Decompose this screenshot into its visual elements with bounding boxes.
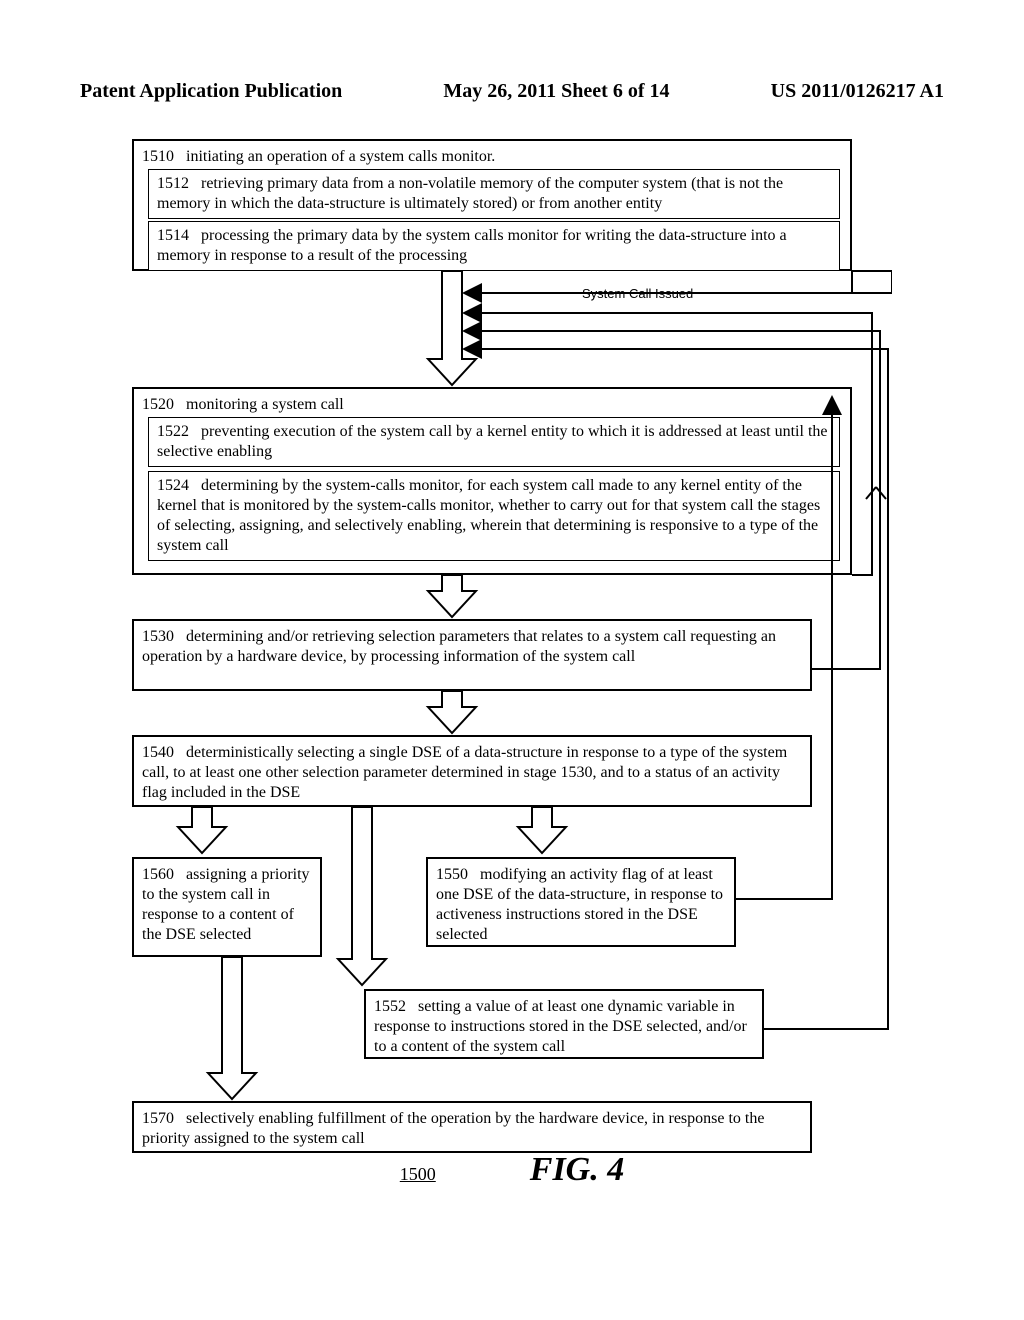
page-header: Patent Application Publication May 26, 2… <box>80 80 944 103</box>
step-1514-text: processing the primary data by the syste… <box>157 227 787 264</box>
step-1540-text: deterministically selecting a single DSE… <box>142 744 787 801</box>
step-1552-num: 1552 <box>374 998 406 1015</box>
step-1552-text: setting a value of at least one dynamic … <box>374 998 747 1055</box>
header-center: May 26, 2011 Sheet 6 of 14 <box>443 80 669 103</box>
flowchart: 1510 initiating an operation of a system… <box>132 139 892 1199</box>
step-1520: 1520 monitoring a system call 1522 preve… <box>132 387 852 575</box>
step-1522-text: preventing execution of the system call … <box>157 423 828 460</box>
step-1550-text: modifying an activity flag of at least o… <box>436 866 723 943</box>
step-1552: 1552 setting a value of at least one dyn… <box>364 989 764 1059</box>
step-1560: 1560 assigning a priority to the system … <box>132 857 322 957</box>
step-1550-num: 1550 <box>436 866 468 883</box>
step-1512-text: retrieving primary data from a non-volat… <box>157 175 783 212</box>
step-1520-num: 1520 <box>142 396 174 413</box>
step-1514: 1514 processing the primary data by the … <box>148 221 840 271</box>
step-1530-num: 1530 <box>142 628 174 645</box>
step-1510-num: 1510 <box>142 148 174 165</box>
step-1560-num: 1560 <box>142 866 174 883</box>
step-1512-num: 1512 <box>157 175 189 192</box>
step-1570: 1570 selectively enabling fulfillment of… <box>132 1101 812 1153</box>
step-1524-text: determining by the system-calls monitor,… <box>157 477 820 554</box>
step-1522: 1522 preventing execution of the system … <box>148 417 840 467</box>
step-1570-num: 1570 <box>142 1110 174 1127</box>
step-1524-num: 1524 <box>157 477 189 494</box>
step-1512: 1512 retrieving primary data from a non-… <box>148 169 840 219</box>
step-1524: 1524 determining by the system-calls mon… <box>148 471 840 561</box>
header-left: Patent Application Publication <box>80 80 342 103</box>
step-1540-num: 1540 <box>142 744 174 761</box>
step-1514-num: 1514 <box>157 227 189 244</box>
step-1520-text: monitoring a system call <box>186 396 344 413</box>
label-system-call-issued: System Call Issued <box>582 286 693 301</box>
step-1522-num: 1522 <box>157 423 189 440</box>
step-1510-text: initiating an operation of a system call… <box>186 148 495 165</box>
header-right: US 2011/0126217 A1 <box>771 80 944 103</box>
step-1530-text: determining and/or retrieving selection … <box>142 628 776 665</box>
figure-label: FIG. 4 <box>530 1151 624 1188</box>
step-1550: 1550 modifying an activity flag of at le… <box>426 857 736 947</box>
step-1510: 1510 initiating an operation of a system… <box>132 139 852 271</box>
figure-ref: 1500 <box>400 1164 436 1184</box>
figure-caption: 1500 FIG. 4 <box>132 1151 892 1189</box>
step-1570-text: selectively enabling fulfillment of the … <box>142 1110 764 1147</box>
step-1540: 1540 deterministically selecting a singl… <box>132 735 812 807</box>
step-1530: 1530 determining and/or retrieving selec… <box>132 619 812 691</box>
